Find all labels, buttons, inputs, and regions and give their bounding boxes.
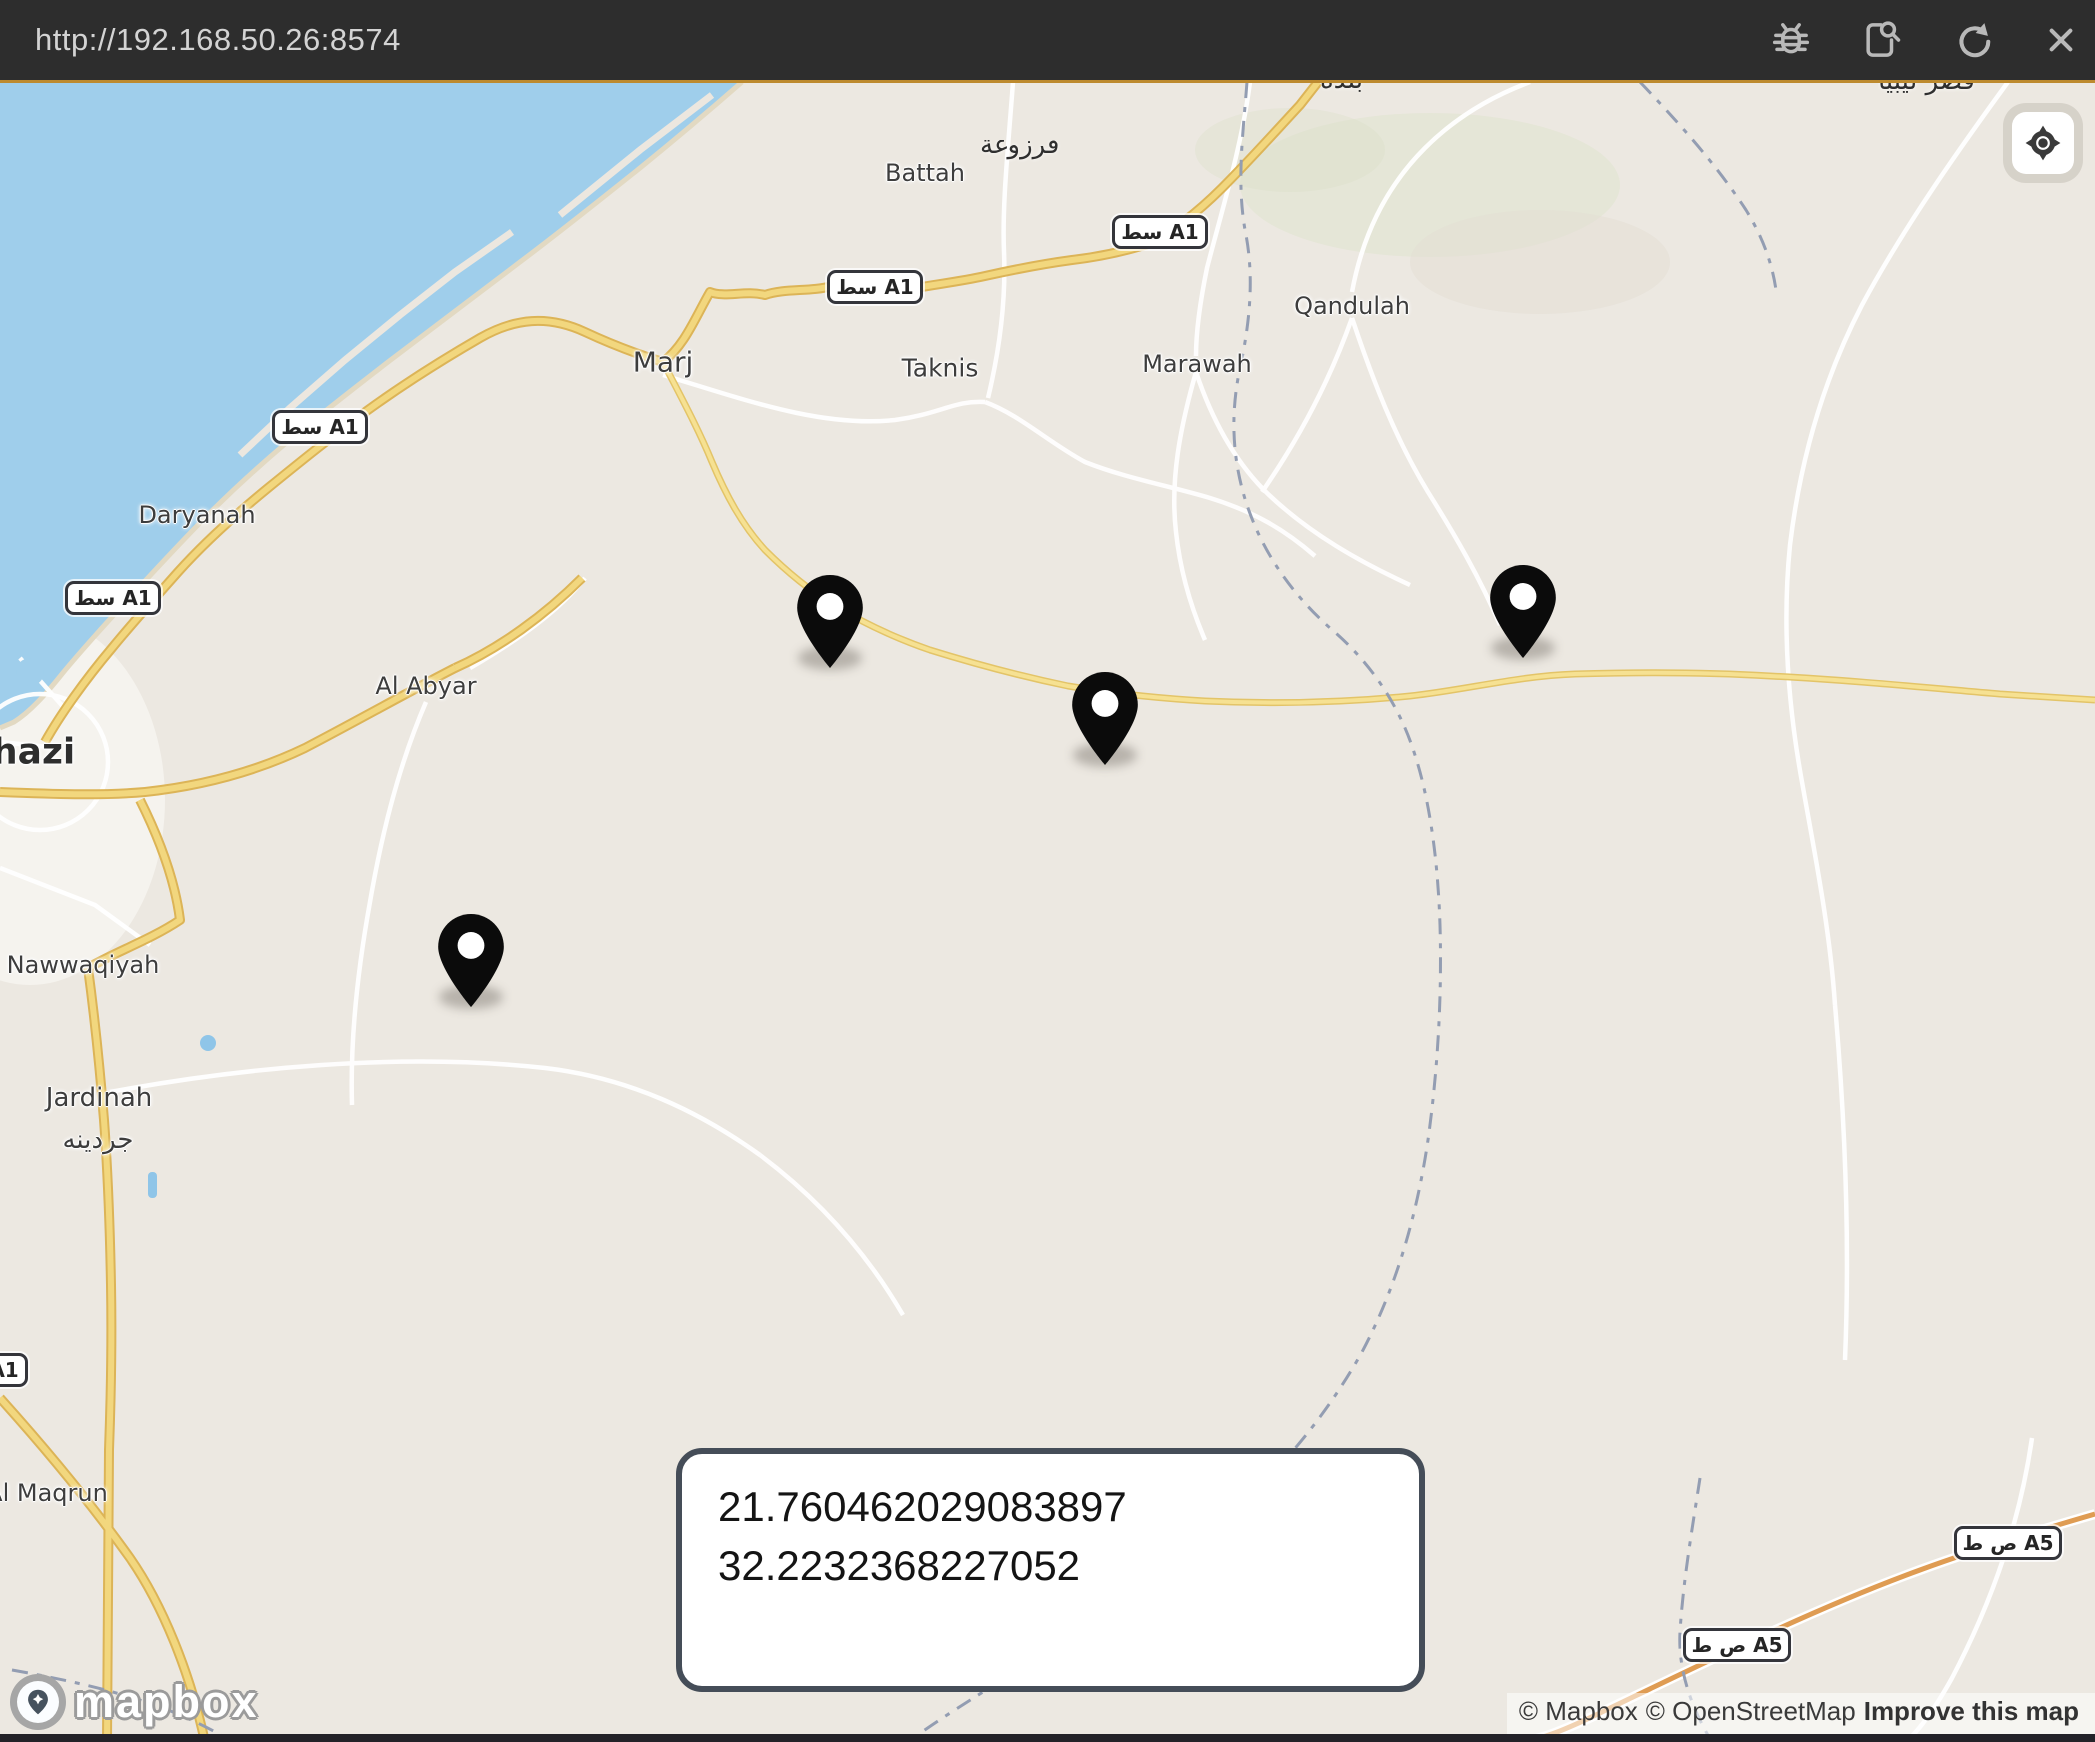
attribution-osm-link[interactable]: © OpenStreetMap (1646, 1696, 1856, 1726)
place-label: Daryanah (138, 501, 255, 529)
close-icon[interactable] (2040, 19, 2082, 61)
toolbar-accent-line (0, 80, 2095, 83)
mapbox-logo[interactable]: mapbox (10, 1674, 259, 1730)
hill-shade-patch (1410, 210, 1670, 314)
place-label: Benghazi (0, 732, 75, 773)
coordinate-popup: 21.760462029083897 32.2232368227052 (676, 1448, 1425, 1692)
road-shield: سط A1 (0, 1353, 28, 1387)
mapbox-logo-icon (10, 1674, 66, 1730)
bottom-strip (0, 1734, 2095, 1742)
place-label: Al Maqrun (0, 1479, 108, 1507)
map-marker[interactable] (438, 914, 504, 1007)
place-label: Qandulah (1294, 292, 1410, 320)
clipped-place-label: قصر ليبيا (1878, 83, 1998, 96)
place-label: جردينه (62, 1125, 133, 1155)
road-shield: سط A1 (827, 270, 923, 304)
place-label: Battah (885, 159, 965, 187)
clipped-place-label: بلدة (1320, 83, 1384, 96)
road-shield: سط A1 (1112, 215, 1208, 249)
attribution-mapbox-link[interactable]: © Mapbox (1519, 1696, 1638, 1726)
geolocate-button[interactable] (2012, 112, 2074, 174)
place-label: Taknis (902, 354, 979, 383)
road-shield: ص ط A5 (1683, 1628, 1791, 1662)
map-marker[interactable] (1490, 565, 1556, 658)
bug-icon[interactable] (1770, 19, 1812, 61)
reload-icon[interactable] (1950, 19, 1992, 61)
mapbox-wordmark: mapbox (74, 1676, 259, 1728)
improve-map-link[interactable]: Improve this map (1864, 1696, 2079, 1726)
attribution-bar: © Mapbox © OpenStreetMap Improve this map (1507, 1693, 2095, 1734)
place-label: Nawwaqiyah (7, 951, 160, 979)
road-shield: سط A1 (272, 410, 368, 444)
place-label: Marawah (1142, 350, 1252, 378)
remote-browser-window: Battah Qandulah Marawah Taknis Marj Daryanah A… (0, 0, 2095, 1742)
inspect-page-icon[interactable] (1860, 19, 1902, 61)
road-shield: سط A1 (65, 581, 161, 615)
map-canvas[interactable]: Battah Qandulah Marawah Taknis Marj Daryanah A… (0, 0, 2095, 1742)
coordinate-line-1: 21.760462029083897 (718, 1478, 1383, 1537)
map-marker[interactable] (1072, 672, 1138, 765)
geolocate-icon (2024, 124, 2062, 162)
browser-toolbar: http://192.168.50.26:8574 (0, 0, 2095, 80)
lagoon (16, 658, 44, 686)
pond (148, 1172, 157, 1198)
pond (200, 1035, 216, 1051)
map-marker[interactable] (797, 575, 863, 668)
place-label: Jardinah (46, 1083, 152, 1113)
url-display: http://192.168.50.26:8574 (35, 22, 401, 58)
place-label: Marj (633, 346, 694, 379)
road-shield: ص ط A5 (1954, 1526, 2062, 1560)
coordinate-line-2: 32.2232368227052 (718, 1537, 1383, 1596)
toolbar-icons (1770, 0, 2082, 80)
place-label: Al Abyar (375, 672, 476, 700)
clipped-place-label: فرزوغة (980, 140, 1070, 166)
